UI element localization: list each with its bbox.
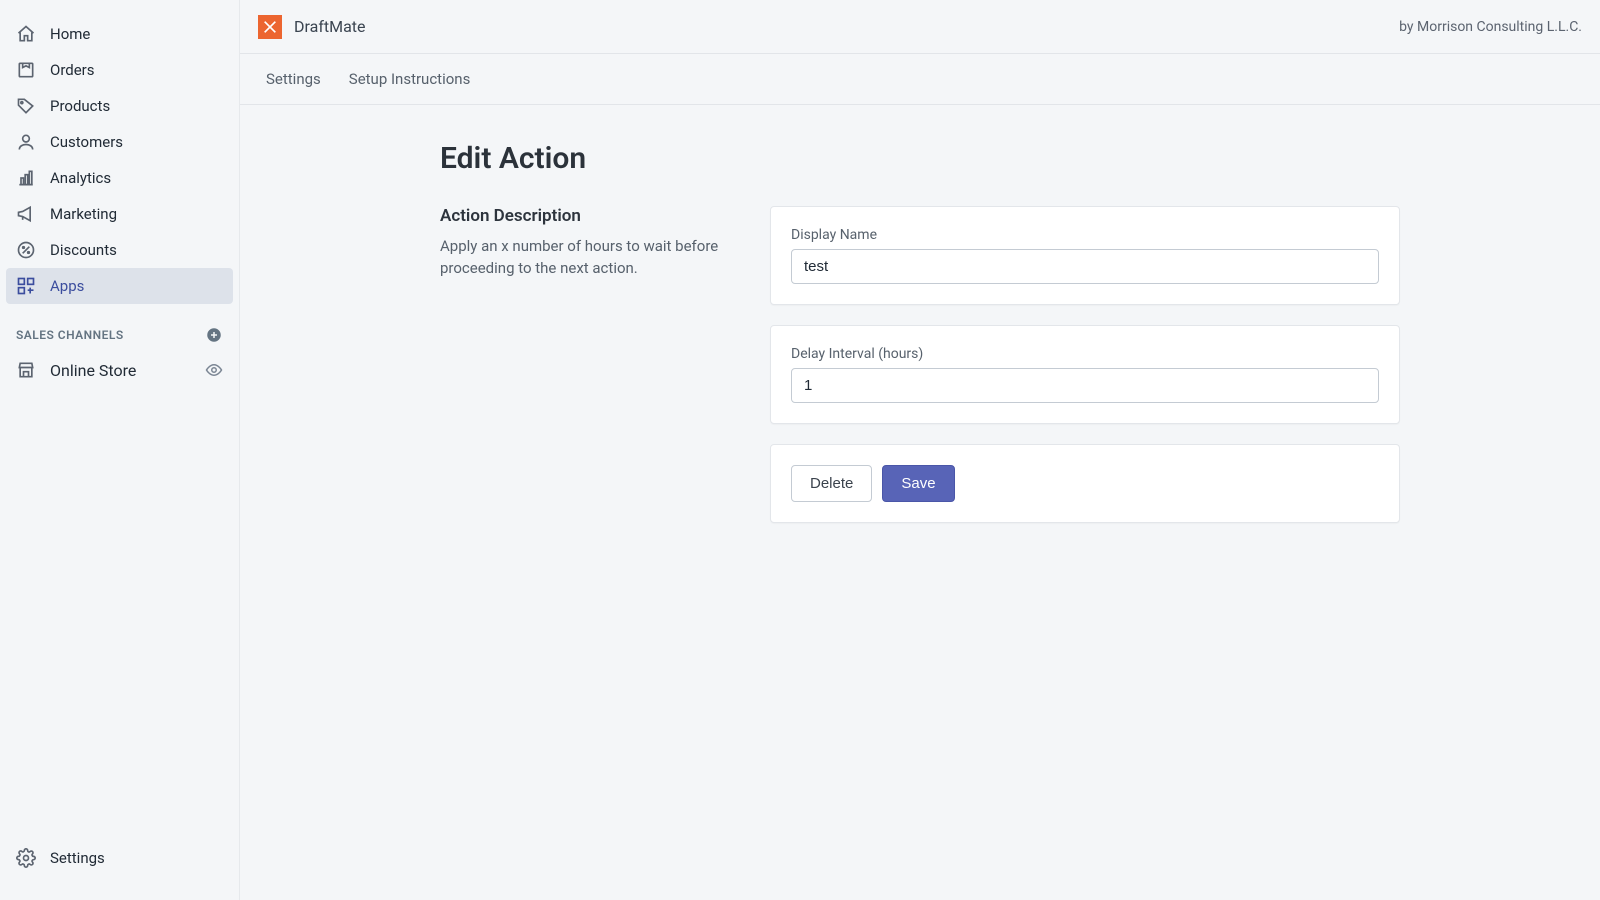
sidebar-item-label: Apps xyxy=(50,277,84,295)
actions-card: Delete Save xyxy=(770,444,1400,523)
app-logo-icon xyxy=(258,15,282,39)
subnav-setup-instructions[interactable]: Setup Instructions xyxy=(349,70,471,88)
section-description: Apply an x number of hours to wait befor… xyxy=(440,236,730,280)
brand: DraftMate xyxy=(258,15,366,39)
sidebar-item-label: Analytics xyxy=(50,169,111,187)
add-channel-icon[interactable] xyxy=(205,326,223,344)
eye-icon[interactable] xyxy=(205,361,223,379)
person-icon xyxy=(16,132,36,152)
sidebar-item-orders[interactable]: Orders xyxy=(0,52,239,88)
sidebar-item-label: Customers xyxy=(50,133,123,151)
orders-icon xyxy=(16,60,36,80)
apps-icon xyxy=(16,276,36,296)
sales-channels-label: SALES CHANNELS xyxy=(16,328,124,342)
store-icon xyxy=(16,360,36,380)
sidebar-item-home[interactable]: Home xyxy=(0,16,239,52)
home-icon xyxy=(16,24,36,44)
bar-chart-icon xyxy=(16,168,36,188)
display-name-label: Display Name xyxy=(791,227,1379,243)
subnav: Settings Setup Instructions xyxy=(240,54,1600,105)
sidebar: Home Orders Products Customers xyxy=(0,0,240,900)
sidebar-item-settings[interactable]: Settings xyxy=(0,840,239,876)
display-name-input[interactable] xyxy=(791,249,1379,284)
gear-icon xyxy=(16,848,36,868)
sidebar-item-analytics[interactable]: Analytics xyxy=(0,160,239,196)
topbar: DraftMate by Morrison Consulting L.L.C. xyxy=(240,0,1600,54)
sidebar-item-products[interactable]: Products xyxy=(0,88,239,124)
delay-card: Delay Interval (hours) xyxy=(770,325,1400,424)
display-name-card: Display Name xyxy=(770,206,1400,305)
delete-button[interactable]: Delete xyxy=(791,465,872,502)
channel-label: Online Store xyxy=(50,361,136,380)
sidebar-item-label: Orders xyxy=(50,61,95,79)
app-name: DraftMate xyxy=(294,17,366,36)
sidebar-item-marketing[interactable]: Marketing xyxy=(0,196,239,232)
channel-online-store[interactable]: Online Store xyxy=(0,352,239,388)
sidebar-item-label: Marketing xyxy=(50,205,117,223)
sidebar-item-label: Discounts xyxy=(50,241,117,259)
percent-icon xyxy=(16,240,36,260)
sales-channels-header: SALES CHANNELS xyxy=(0,304,239,352)
sidebar-item-apps[interactable]: Apps xyxy=(6,268,233,304)
megaphone-icon xyxy=(16,204,36,224)
page-title: Edit Action xyxy=(440,141,1400,176)
delay-label: Delay Interval (hours) xyxy=(791,346,1379,362)
sidebar-item-label: Products xyxy=(50,97,110,115)
primary-nav: Home Orders Products Customers xyxy=(0,16,239,304)
settings-label: Settings xyxy=(50,849,105,867)
save-button[interactable]: Save xyxy=(882,465,954,502)
tag-icon xyxy=(16,96,36,116)
delay-input[interactable] xyxy=(791,368,1379,403)
content: Edit Action Action Description Apply an … xyxy=(240,105,1600,900)
subnav-settings[interactable]: Settings xyxy=(266,70,321,88)
sidebar-item-label: Home xyxy=(50,25,90,43)
byline: by Morrison Consulting L.L.C. xyxy=(1399,19,1582,35)
section-title: Action Description xyxy=(440,206,730,226)
main: DraftMate by Morrison Consulting L.L.C. … xyxy=(240,0,1600,900)
sidebar-item-discounts[interactable]: Discounts xyxy=(0,232,239,268)
sidebar-item-customers[interactable]: Customers xyxy=(0,124,239,160)
